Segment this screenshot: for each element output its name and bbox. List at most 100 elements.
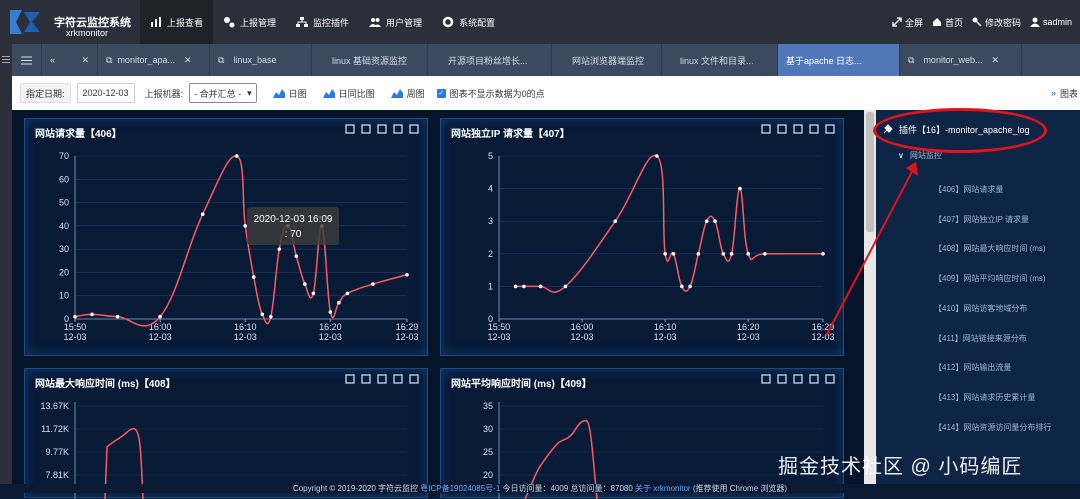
nav-report-manage[interactable]: 上报管理	[213, 0, 286, 44]
close-icon[interactable]: ✕	[991, 55, 999, 66]
tooltip-time: 2020-12-03 16:09	[253, 214, 333, 225]
day-chart-button[interactable]: 日图	[272, 87, 307, 100]
fullscreen-label: 全屏	[904, 17, 923, 28]
menu-line	[2, 56, 10, 57]
data-point	[655, 154, 659, 158]
tree-item[interactable]: 【413】网站请求历史累计量	[934, 392, 1035, 403]
x-tick-label: 15:50	[64, 322, 87, 332]
chevron-down-icon: ▾	[247, 87, 252, 98]
y-tick-label: 40	[59, 221, 69, 231]
tab-linux-resources[interactable]: linux 基础资源监控	[312, 44, 428, 76]
chart-options-button[interactable]: » 图表	[1051, 87, 1080, 100]
y-tick-label: 5	[488, 151, 493, 161]
tab-open-source-fans[interactable]: 开源项目粉丝增长...	[428, 44, 552, 76]
left-strip[interactable]	[0, 44, 12, 493]
data-point	[704, 219, 709, 223]
user-menu[interactable]: sadmin	[1029, 17, 1072, 27]
tab-monitor-apache[interactable]: ⧉ monitor_apa... ✕	[98, 44, 210, 76]
y-tick-label: 1	[488, 281, 493, 291]
machine-select[interactable]: - 合并汇总 - ▾	[189, 83, 257, 103]
tab-scroll-left[interactable]: «✕	[42, 44, 98, 76]
tab-label: linux 文件和目录...	[680, 55, 754, 66]
date-label: 指定日期:	[20, 83, 71, 103]
data-point	[311, 291, 316, 296]
footer-icp-link[interactable]: 粤ICP备19024085号-1	[420, 484, 500, 493]
hide-zero-checkbox[interactable]: ✓ 图表不显示数据为0的点	[436, 87, 545, 100]
chart-panel-407: 网站独立IP 请求量【407】 0 1 2 3 4 5 15:50 12-03 16:00 12-…	[440, 118, 844, 356]
week-chart-label: 周图	[406, 88, 425, 99]
line-chart[interactable]: 01020304050607015:5012-0316:0012-0316:10…	[25, 119, 429, 357]
chart-options-label: 图表	[1059, 88, 1078, 99]
y-tick-label: 70	[59, 151, 69, 161]
user-label: sadmin	[1042, 17, 1072, 27]
tab-label: linux 基础资源监控	[332, 55, 408, 66]
change-password-button[interactable]: 修改密码	[972, 16, 1021, 29]
logo[interactable]: 字符云监控系统 xrkmonitor	[6, 4, 146, 40]
close-icon[interactable]: ✕	[81, 55, 89, 66]
hide-zero-label: 图表不显示数据为0的点	[449, 88, 545, 99]
user-icon	[1029, 17, 1040, 27]
line-chart[interactable]: 13.67K 11.72K 9.77K 7.81K	[25, 369, 429, 499]
tree-item[interactable]: 【410】网站访客地域分布	[934, 303, 1027, 314]
tree-item[interactable]: 【411】网站链接来源分布	[934, 333, 1027, 344]
tab-apache-log[interactable]: 基于apache 日志...	[778, 44, 900, 76]
bar-chart-icon	[151, 17, 161, 27]
tab-label: 网站浏览器端监控	[572, 55, 645, 66]
y-tick-label: 11.72K	[41, 424, 69, 434]
footer-copyright: Copyright © 2019-2020 字符云监控	[292, 484, 418, 493]
tab-label: 开源项目粉丝增长...	[448, 55, 528, 66]
expand-icon	[892, 17, 902, 27]
tree-item[interactable]: 【408】网站最大响应时间 (ms)	[934, 243, 1046, 254]
data-point	[405, 272, 409, 277]
series-line	[515, 154, 823, 293]
nav-report-view[interactable]: 上报查看	[140, 0, 214, 44]
line-chart[interactable]: 01234515:5012-0316:0012-0316:1012-0316:2…	[441, 119, 845, 357]
data-point	[721, 252, 726, 256]
footer-about-link[interactable]: 关于 xrkmonitor	[635, 484, 691, 493]
nav-users[interactable]: 用户管理	[359, 0, 432, 44]
x-tick-label: 16:20	[319, 322, 342, 332]
gear-icon	[442, 16, 454, 28]
tree-item[interactable]: 【414】网站资源访问量分布排行	[934, 422, 1051, 433]
tab-linux-base[interactable]: ⧉ linux_base	[210, 44, 312, 76]
tree-item[interactable]: 【406】网站请求量	[934, 184, 1003, 195]
x-tick-label: 12-03	[63, 332, 86, 342]
x-tick-label: 16:29	[396, 322, 419, 332]
y-tick-label: 3	[488, 216, 493, 226]
date-input[interactable]: 2020-12-03	[76, 83, 135, 103]
x-tick-label: 12-03	[737, 332, 760, 342]
tab-label: monitor_apa...	[117, 55, 175, 65]
tree-item[interactable]: 【412】网站输出流量	[934, 362, 1011, 373]
y-tick-label: 4	[488, 184, 493, 194]
data-point	[345, 291, 350, 296]
x-tick-label: 12-03	[487, 332, 510, 342]
day-compare-label: 日同比图	[338, 88, 375, 99]
tree-item[interactable]: 【409】网站平均响应时间 (ms)	[934, 273, 1046, 284]
nav-plugins[interactable]: 监控插件	[286, 0, 359, 44]
nav-system[interactable]: 系统配置	[432, 0, 505, 44]
double-chevron-left-icon: «	[50, 55, 56, 65]
footer: Copyright © 2019-2020 字符云监控 粤ICP备1902408…	[0, 484, 1080, 493]
data-point	[371, 282, 375, 286]
tab-linux-files[interactable]: linux 文件和目录...	[662, 44, 778, 76]
close-icon[interactable]: ✕	[184, 55, 192, 66]
x-tick-label: 16:20	[737, 322, 760, 332]
x-tick-label: 12-03	[395, 332, 418, 342]
home-button[interactable]: 首页	[932, 16, 963, 29]
line-chart[interactable]: 35 30 25 20	[441, 369, 845, 499]
main-nav: 上报查看 上报管理 监控插件 用户管理 系统配置	[140, 0, 505, 44]
tab-monitor-web[interactable]: ⧉ monitor_web... ✕	[900, 44, 1022, 76]
data-point	[251, 275, 256, 279]
tab-bar: «✕ ⧉ monitor_apa... ✕ ⧉ linux_base linux 基础…	[12, 44, 1080, 76]
week-chart-button[interactable]: 周图	[390, 87, 425, 100]
logo-icon	[10, 10, 40, 34]
data-point	[328, 310, 333, 314]
tab-browser-monitor[interactable]: 网站浏览器端监控	[552, 44, 662, 76]
footer-today: 今日访问量：4009	[502, 484, 569, 493]
day-compare-button[interactable]: 日同比图	[322, 87, 375, 100]
users-icon	[369, 18, 382, 27]
y-tick-label: 2	[488, 249, 493, 259]
tree-item[interactable]: 【407】网站独立IP 请求量	[934, 214, 1029, 225]
fullscreen-button[interactable]: 全屏	[892, 16, 923, 29]
sidebar-toggle-button[interactable]	[12, 44, 42, 76]
